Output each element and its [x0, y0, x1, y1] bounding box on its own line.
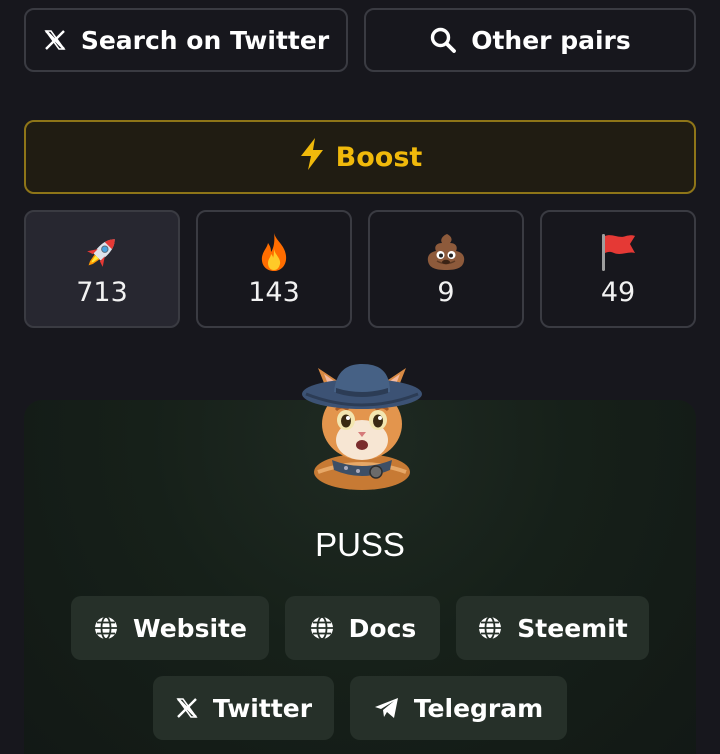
twitter-label: Twitter [212, 693, 313, 723]
boost-label: Boost [335, 141, 423, 173]
globe-icon [310, 616, 333, 640]
telegram-icon [374, 698, 398, 718]
other-pairs-button[interactable]: Other pairs [364, 8, 696, 72]
fire-count: 143 [248, 276, 300, 308]
globe-icon [479, 616, 502, 640]
boost-button[interactable]: Boost [24, 120, 696, 194]
reaction-poop-button[interactable]: 9 [368, 210, 524, 328]
reaction-flag-button[interactable]: 49 [540, 210, 696, 328]
fire-icon [261, 232, 287, 271]
docs-link-button[interactable]: Docs [285, 596, 440, 660]
x-logo-icon [176, 698, 198, 718]
token-logo [302, 364, 422, 490]
steemit-label: Steemit [517, 613, 628, 643]
other-pairs-label: Other pairs [471, 25, 631, 55]
website-link-button[interactable]: Website [71, 596, 269, 660]
search-on-twitter-label: Search on Twitter [80, 25, 330, 55]
reaction-fire-button[interactable]: 143 [196, 210, 352, 328]
rocket-count: 713 [76, 276, 128, 308]
telegram-link-button[interactable]: Telegram [350, 676, 567, 740]
reaction-rocket-button[interactable]: 713 [24, 210, 180, 328]
token-name: PUSS [315, 526, 405, 563]
flag-count: 49 [600, 276, 636, 308]
docs-label: Docs [348, 613, 417, 643]
poop-icon [427, 233, 465, 270]
telegram-label: Telegram [413, 693, 544, 723]
flag-icon [602, 233, 635, 271]
twitter-link-button[interactable]: Twitter [153, 676, 334, 740]
lightning-icon [298, 137, 326, 178]
website-label: Website [133, 613, 247, 643]
search-on-twitter-button[interactable]: Search on Twitter [24, 8, 348, 72]
globe-icon [95, 616, 118, 640]
x-logo-icon [43, 28, 67, 52]
search-icon [429, 26, 457, 54]
rocket-icon [87, 238, 115, 267]
poop-count: 9 [437, 276, 455, 308]
steemit-link-button[interactable]: Steemit [456, 596, 649, 660]
